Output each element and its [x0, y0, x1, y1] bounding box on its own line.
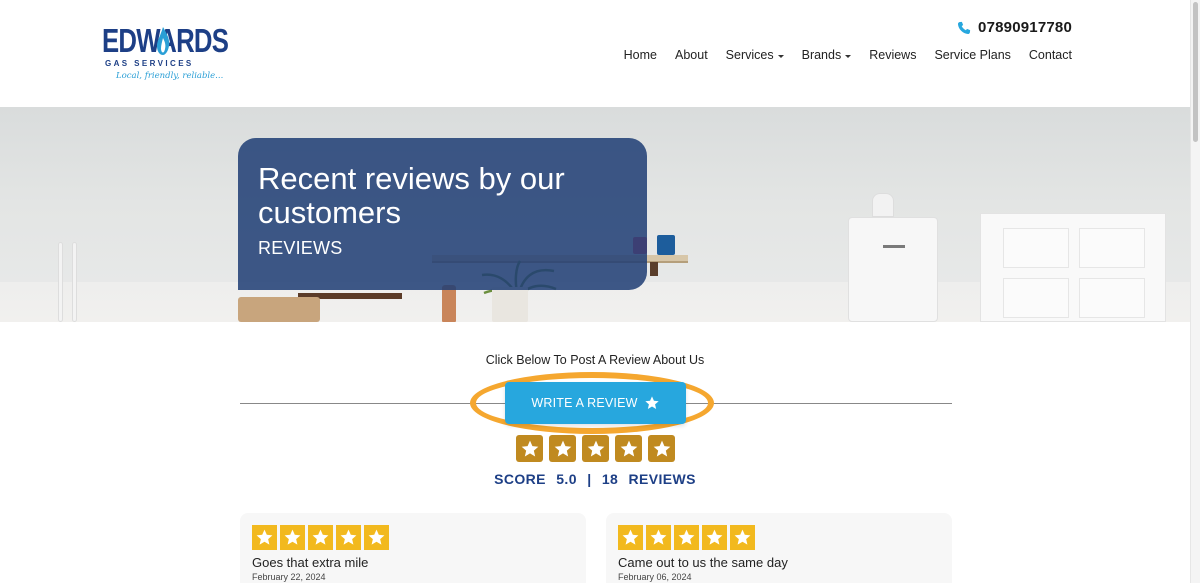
caret-down-icon — [845, 54, 852, 58]
score-label: SCORE — [494, 471, 546, 487]
rating-star — [336, 525, 361, 550]
door-image — [980, 213, 1166, 322]
edwards-logo[interactable]: EDWARDS GAS SERVICES Local, friendly, re… — [102, 24, 229, 86]
hero-subtitle: REVIEWS — [258, 238, 343, 258]
rating-star — [702, 525, 727, 550]
review-date: February 22, 2024 — [252, 572, 326, 582]
phone-contact[interactable]: 07890917780 — [957, 19, 1072, 36]
flame-icon — [157, 27, 170, 55]
write-review-label: WRITE A REVIEW — [531, 396, 638, 410]
rating-star — [730, 525, 755, 550]
nav-item-label: About — [675, 48, 708, 62]
nav-item-home[interactable]: Home — [624, 48, 657, 62]
caret-down-icon — [777, 54, 784, 58]
star-icon — [554, 440, 571, 456]
page-scrollbar[interactable] — [1190, 0, 1200, 583]
hero-title-line-2: customers — [258, 195, 401, 230]
reviews-label: REVIEWS — [628, 471, 696, 487]
star-icon — [644, 396, 659, 409]
rating-star — [582, 435, 609, 462]
shelf-bracket-image — [650, 262, 658, 276]
write-review-button[interactable]: WRITE A REVIEW — [505, 382, 686, 424]
logo-tagline: Local, friendly, reliable... — [116, 71, 224, 81]
main-navigation: Home About Services Brands Reviews Service Pl… — [624, 48, 1072, 62]
star-icon — [587, 440, 604, 456]
nav-item-brands[interactable]: Brands — [802, 48, 852, 62]
star-icon — [706, 529, 723, 545]
star-icon — [312, 529, 329, 545]
nav-item-label: Home — [623, 48, 657, 62]
rating-star — [280, 525, 305, 550]
star-icon — [620, 440, 637, 456]
star-icon — [622, 529, 639, 545]
hero-banner: Recent reviews by our customers REVIEWS — [0, 107, 1190, 322]
boiler-flue-image — [872, 193, 894, 217]
star-icon — [678, 529, 695, 545]
boiler-image — [848, 217, 938, 322]
scrollbar-thumb[interactable] — [1193, 2, 1198, 142]
rating-star — [615, 435, 642, 462]
rating-star — [252, 525, 277, 550]
logo-subtitle: GAS SERVICES — [105, 59, 194, 68]
towel-rack-image — [56, 242, 82, 322]
nav-item-about[interactable]: About — [675, 48, 708, 62]
rating-star — [648, 435, 675, 462]
review-title: Goes that extra mile — [252, 555, 369, 570]
bottle-image — [442, 285, 456, 322]
nav-item-label: Service Plans — [934, 48, 1011, 62]
rating-star — [674, 525, 699, 550]
star-icon — [256, 529, 273, 545]
star-icon — [284, 529, 301, 545]
review-rating-stars — [252, 525, 574, 550]
rating-star — [308, 525, 333, 550]
review-card[interactable]: Came out to us the same day February 06,… — [606, 513, 952, 583]
nav-item-label: Reviews — [869, 48, 917, 62]
overall-rating-stars — [516, 435, 675, 462]
hero-caption-card: Recent reviews by our customers REVIEWS — [238, 138, 647, 290]
score-summary: SCORE 5.0 | 18 REVIEWS — [0, 471, 1190, 487]
rating-star — [646, 525, 671, 550]
rating-star — [549, 435, 576, 462]
star-icon — [653, 440, 670, 456]
nav-item-services[interactable]: Services — [726, 48, 784, 62]
basket-image — [238, 297, 320, 322]
star-icon — [734, 529, 751, 545]
nav-item-label: Contact — [1028, 48, 1072, 62]
rating-star — [364, 525, 389, 550]
divider-left — [240, 403, 506, 404]
review-rating-stars — [618, 525, 940, 550]
nav-item-reviews[interactable]: Reviews — [869, 48, 916, 62]
nav-item-contact[interactable]: Contact — [1029, 48, 1072, 62]
rating-star — [618, 525, 643, 550]
nav-item-label: Services — [725, 48, 774, 62]
hero-title-line-1: Recent reviews by our — [258, 161, 565, 196]
hero-title: Recent reviews by our customers — [258, 162, 627, 230]
score-value: 5.0 — [556, 471, 577, 487]
review-date: February 06, 2024 — [618, 572, 692, 582]
star-icon — [521, 440, 538, 456]
phone-number[interactable]: 07890917780 — [978, 19, 1072, 36]
phone-icon — [957, 21, 971, 34]
divider-right — [686, 403, 952, 404]
review-prompt: Click Below To Post A Review About Us — [485, 353, 705, 367]
nav-item-label: Brands — [801, 48, 842, 62]
review-count: 18 — [601, 471, 619, 487]
boiler-badge-image — [883, 245, 905, 248]
star-icon — [340, 529, 357, 545]
plant-pot-image — [492, 287, 528, 322]
score-separator: | — [587, 471, 592, 487]
review-card[interactable]: Goes that extra mile February 22, 2024 — [240, 513, 586, 583]
review-title: Came out to us the same day — [618, 555, 788, 570]
star-icon — [368, 529, 385, 545]
rating-star — [516, 435, 543, 462]
star-icon — [650, 529, 667, 545]
nav-item-service-plans[interactable]: Service Plans — [934, 48, 1010, 62]
site-header: EDWARDS GAS SERVICES Local, friendly, re… — [0, 0, 1190, 107]
